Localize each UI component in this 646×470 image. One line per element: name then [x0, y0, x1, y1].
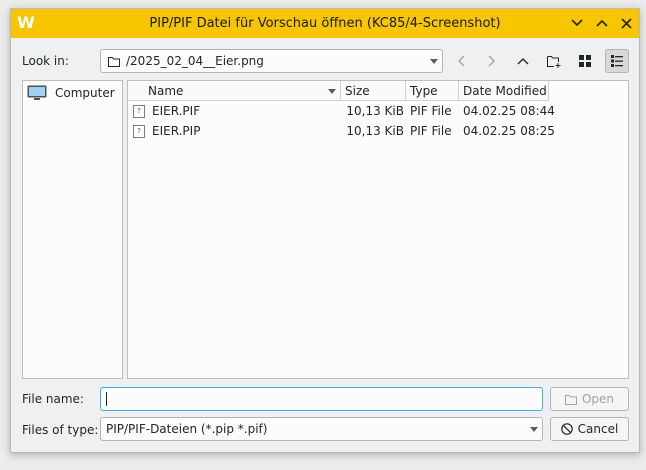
table-row[interactable]: ? EIER.PIF 10,13 KiB PIF File 04.02.25 08…	[128, 101, 555, 121]
parent-directory-button[interactable]	[511, 49, 535, 73]
files-of-type-label: Files of type:	[22, 423, 99, 437]
new-folder-icon	[547, 55, 561, 68]
file-size-cell: 10,13 KiB	[346, 104, 404, 118]
back-button[interactable]	[449, 49, 473, 73]
table-row[interactable]: ? EIER.PIP 10,13 KiB PIF File 04.02.25 08…	[128, 121, 555, 141]
sort-descending-icon	[328, 89, 336, 94]
open-button-label: Open	[581, 392, 615, 406]
column-header-size[interactable]: Size	[341, 81, 406, 101]
column-header-date-modified[interactable]: Date Modified	[459, 81, 549, 101]
minimize-button[interactable]	[568, 14, 586, 32]
close-icon	[620, 17, 632, 29]
computer-icon	[27, 85, 47, 100]
dropdown-arrow-icon	[526, 426, 542, 432]
cancel-icon	[560, 423, 573, 435]
folder-open-icon	[564, 394, 577, 405]
chevron-down-icon	[571, 19, 583, 27]
detail-view-icon	[611, 55, 623, 67]
grid-view-icon	[579, 55, 591, 67]
file-type-cell: PIF File	[410, 124, 452, 138]
file-list[interactable]: Name Size Type Date Modified ? EIER.PIF 1…	[127, 80, 629, 379]
places-sidebar: Computer	[22, 80, 123, 379]
list-view-button[interactable]	[573, 49, 597, 73]
text-caret	[106, 392, 107, 406]
window-title: PIP/PIF Datei für Vorschau öffnen (KC85/…	[149, 16, 501, 31]
folder-icon	[108, 56, 120, 67]
open-button[interactable]: Open	[550, 387, 629, 411]
dropdown-arrow-icon	[426, 58, 442, 64]
column-header-type[interactable]: Type	[406, 81, 459, 101]
file-size-cell: 10,13 KiB	[346, 124, 404, 138]
file-list-header: Name Size Type Date Modified	[128, 81, 549, 101]
look-in-combo[interactable]: /2025_02_04__Eier.png	[100, 49, 443, 73]
detail-view-button[interactable]	[605, 49, 629, 73]
sidebar-item-computer[interactable]: Computer	[27, 85, 115, 101]
column-header-name[interactable]: Name	[128, 81, 341, 101]
cancel-button-label: Cancel	[577, 422, 619, 436]
maximize-button[interactable]	[593, 14, 611, 32]
file-date-cell: 04.02.25 08:25	[463, 124, 555, 138]
cancel-button[interactable]: Cancel	[550, 417, 629, 441]
chevron-up-icon	[596, 19, 608, 27]
file-date-cell: 04.02.25 08:44	[463, 104, 555, 118]
title-bar: W PIP/PIF Datei für Vorschau öffnen (KC8…	[11, 9, 639, 38]
file-type-cell: PIF File	[410, 104, 452, 118]
file-name-input[interactable]	[100, 387, 543, 411]
file-name-cell: ? EIER.PIP	[128, 124, 341, 138]
file-name-label: File name:	[22, 392, 84, 406]
file-open-dialog: W PIP/PIF Datei für Vorschau öffnen (KC8…	[10, 8, 640, 453]
chevron-left-icon	[458, 55, 465, 67]
files-of-type-value: PIP/PIF-Dateien (*.pip *.pif)	[106, 422, 268, 436]
forward-button[interactable]	[480, 49, 504, 73]
chevron-up-icon	[517, 58, 529, 65]
files-of-type-combo[interactable]: PIP/PIF-Dateien (*.pip *.pif)	[100, 417, 543, 441]
new-folder-button[interactable]	[542, 49, 566, 73]
look-in-path: /2025_02_04__Eier.png	[126, 54, 264, 68]
file-icon: ?	[133, 105, 145, 118]
sidebar-item-label: Computer	[55, 86, 115, 100]
file-name-cell: ? EIER.PIF	[128, 104, 341, 118]
look-in-label: Look in:	[22, 54, 69, 68]
chevron-right-icon	[488, 55, 495, 67]
file-icon: ?	[133, 125, 145, 138]
close-button[interactable]	[617, 14, 635, 32]
